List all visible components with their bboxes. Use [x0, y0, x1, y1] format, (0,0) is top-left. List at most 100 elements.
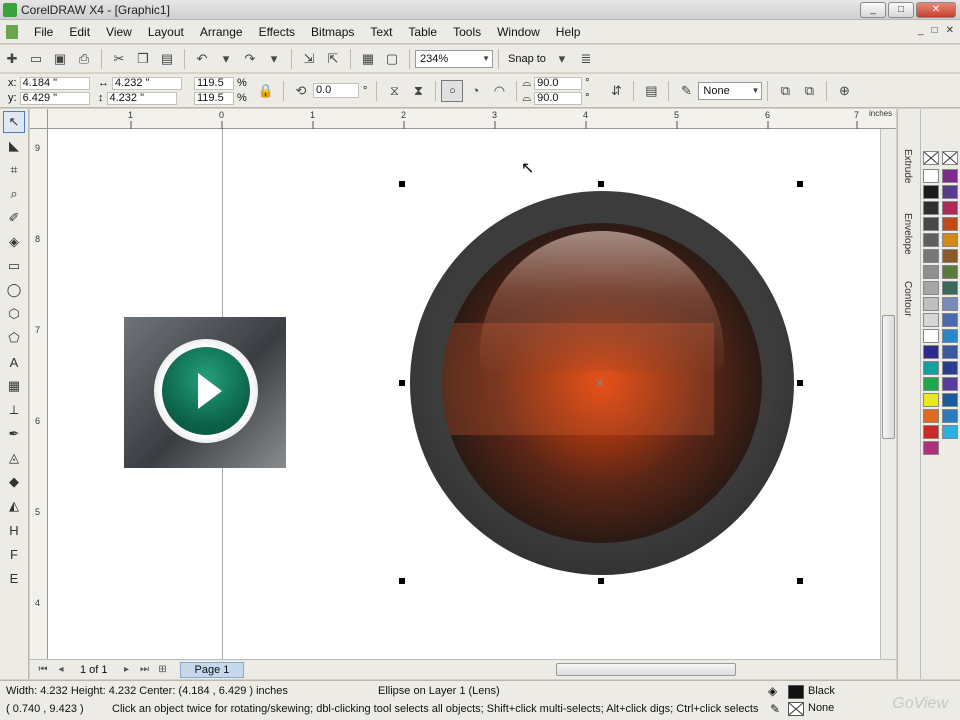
palette-swatch[interactable]: [923, 185, 939, 199]
palette-swatch[interactable]: [942, 425, 958, 439]
convert-to-curves-icon[interactable]: ⊕: [834, 82, 854, 100]
palette-swatch[interactable]: [942, 329, 958, 343]
new-document-icon[interactable]: ✚: [2, 50, 22, 68]
palette-swatch[interactable]: [923, 201, 939, 215]
palette-swatch[interactable]: [923, 313, 939, 327]
menu-view[interactable]: View: [98, 25, 140, 39]
application-launcher-icon[interactable]: ▦: [358, 50, 378, 68]
palette-swatch[interactable]: [923, 345, 939, 359]
interactive-fill-tool-icon[interactable]: ◭: [3, 495, 25, 517]
docker-tab-envelope[interactable]: Envelope: [902, 213, 913, 255]
chevron-down-icon[interactable]: ▾: [552, 50, 572, 68]
start-angle-field[interactable]: 90.0: [534, 76, 583, 90]
selection-handle-left[interactable]: [399, 380, 405, 386]
mirror-vertical-icon[interactable]: ⧗: [408, 82, 428, 100]
undo-dropdown-icon[interactable]: ▾: [216, 50, 236, 68]
selection-handle-right[interactable]: [797, 380, 803, 386]
menu-edit[interactable]: Edit: [61, 25, 98, 39]
selection-handle-top-left[interactable]: [399, 181, 405, 187]
menu-layout[interactable]: Layout: [140, 25, 192, 39]
scale-x-field[interactable]: 119.5: [194, 76, 234, 90]
palette-swatch[interactable]: [923, 249, 939, 263]
play-button-thumbnail-image[interactable]: [124, 317, 286, 468]
palette-swatch[interactable]: [923, 281, 939, 295]
save-icon[interactable]: ▣: [50, 50, 70, 68]
selection-handle-top-right[interactable]: [797, 181, 803, 187]
palette-swatch[interactable]: [923, 169, 939, 183]
palette-swatch[interactable]: [923, 265, 939, 279]
menu-tools[interactable]: Tools: [445, 25, 489, 39]
to-front-icon[interactable]: ⧉: [775, 82, 795, 100]
lock-ratio-icon[interactable]: 🔒: [256, 82, 276, 100]
horizontal-scroll-thumb[interactable]: [556, 663, 736, 676]
palette-swatch[interactable]: [923, 297, 939, 311]
selection-handle-bottom[interactable]: [598, 578, 604, 584]
palette-swatch[interactable]: [923, 361, 939, 375]
doc-minimize-button[interactable]: _: [918, 25, 924, 36]
y-position-field[interactable]: 6.429 ": [19, 91, 90, 105]
copy-icon[interactable]: ❐: [133, 50, 153, 68]
undo-icon[interactable]: ↶: [192, 50, 212, 68]
cut-icon[interactable]: ✂: [109, 50, 129, 68]
docker-tab-contour[interactable]: Contour: [902, 281, 913, 317]
polygon-tool-icon[interactable]: ⬡: [3, 303, 25, 325]
vertical-scroll-thumb[interactable]: [882, 315, 895, 439]
menu-bitmaps[interactable]: Bitmaps: [303, 25, 362, 39]
document-icon[interactable]: [6, 24, 18, 39]
to-back-icon[interactable]: ⧉: [799, 82, 819, 100]
palette-swatch[interactable]: [942, 297, 958, 311]
menu-text[interactable]: Text: [362, 25, 400, 39]
export-icon[interactable]: ⇱: [323, 50, 343, 68]
vertical-scrollbar[interactable]: [880, 129, 896, 659]
open-folder-icon[interactable]: ▭: [26, 50, 46, 68]
object-width-field[interactable]: 4.232 ": [112, 76, 182, 90]
palette-swatch[interactable]: [923, 217, 939, 231]
no-color-swatch[interactable]: [923, 151, 939, 165]
docker-tab-extrude[interactable]: Extrude: [902, 149, 913, 183]
pick-tool-icon[interactable]: ↖: [3, 111, 25, 133]
first-page-icon[interactable]: ⏮: [36, 664, 50, 675]
outline-width-combo[interactable]: None ▼: [698, 81, 763, 100]
selection-handle-bottom-right[interactable]: [797, 578, 803, 584]
palette-swatch[interactable]: [942, 409, 958, 423]
ellipse-tool-icon[interactable]: ◯: [3, 279, 25, 301]
menu-effects[interactable]: Effects: [251, 25, 303, 39]
maximize-button[interactable]: □: [888, 2, 914, 18]
last-page-icon[interactable]: ⏭: [138, 664, 152, 675]
palette-swatch[interactable]: [942, 313, 958, 327]
next-page-icon[interactable]: ▸: [120, 664, 134, 675]
horizontal-ruler[interactable]: 1 0 1 2 3 4 5 6 7 inches: [48, 109, 896, 129]
doc-restore-button[interactable]: □: [932, 25, 938, 36]
crop-tool-icon[interactable]: ⌗: [3, 159, 25, 181]
mirror-horizontal-icon[interactable]: ⧖: [384, 82, 404, 100]
h-logo-icon[interactable]: H: [3, 519, 25, 541]
scale-y-field[interactable]: 119.5: [194, 91, 234, 105]
smart-fill-tool-icon[interactable]: ◈: [3, 231, 25, 253]
f-logo-icon[interactable]: F: [3, 543, 25, 565]
no-color-swatch[interactable]: [942, 151, 958, 165]
palette-swatch[interactable]: [923, 409, 939, 423]
object-height-field[interactable]: 4.232 ": [106, 91, 177, 105]
palette-swatch[interactable]: [942, 169, 958, 183]
wrap-text-icon[interactable]: ▤: [641, 82, 661, 100]
palette-swatch[interactable]: [942, 249, 958, 263]
shape-tool-icon[interactable]: ◣: [3, 135, 25, 157]
palette-swatch[interactable]: [942, 345, 958, 359]
fill-tool-icon[interactable]: ◆: [3, 471, 25, 493]
palette-swatch[interactable]: [942, 281, 958, 295]
basic-shapes-tool-icon[interactable]: ⬠: [3, 327, 25, 349]
menu-help[interactable]: Help: [548, 25, 589, 39]
rectangle-tool-icon[interactable]: ▭: [3, 255, 25, 277]
close-button[interactable]: ✕: [916, 2, 956, 18]
direction-icon[interactable]: ⇵: [606, 82, 626, 100]
fill-color-box[interactable]: [788, 685, 804, 699]
pie-mode-icon[interactable]: ◔: [465, 82, 485, 100]
selection-handle-bottom-left[interactable]: [399, 578, 405, 584]
drawing-canvas[interactable]: ✕ ↖: [48, 129, 880, 659]
palette-swatch[interactable]: [923, 377, 939, 391]
palette-swatch[interactable]: [942, 201, 958, 215]
redo-icon[interactable]: ↷: [240, 50, 260, 68]
minimize-button[interactable]: _: [860, 2, 886, 18]
outline-color-box[interactable]: [788, 702, 804, 716]
zoom-level-combo[interactable]: 234% ▼: [415, 49, 493, 68]
